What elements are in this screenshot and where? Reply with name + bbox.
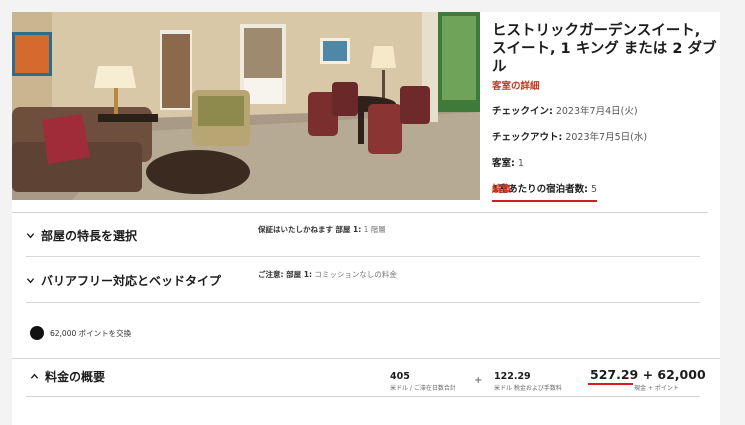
guests-row: 1室あたりの宿泊者数: 5 — [492, 184, 718, 202]
total-price: 527.29 + 62,000 — [590, 367, 706, 382]
divider-summary — [12, 358, 720, 359]
accessibility-note: ご注意: 部屋 1: コミッションなしの料金 — [258, 269, 397, 280]
room-info-panel: ヒストリックガーデンスイート, スイート, 1 キング または 2 ダブル 客室… — [492, 22, 718, 202]
guests-value: 5 — [590, 184, 597, 195]
rooms-label: 客室: — [492, 158, 515, 169]
accessibility-title: バリアフリー対応とベッドタイプ — [41, 274, 222, 288]
room-features-toggle[interactable]: 部屋の特長を選択 — [26, 227, 137, 244]
tax-amount-sub: 米ドル 税金および手数料 — [494, 385, 562, 392]
rooms-row: 客室: 1 — [492, 158, 718, 170]
price-summary-title: 料金の概要 — [45, 370, 106, 384]
room-title: ヒストリックガーデンスイート, スイート, 1 キング または 2 ダブル — [492, 23, 717, 75]
room-details-link[interactable]: 客室の詳細 — [492, 78, 718, 92]
checkin-row: チェックイン: 2023年7月4日(火) — [492, 106, 718, 118]
plus-sign: + — [474, 375, 483, 386]
room-features-note-label: 部屋 1: — [335, 225, 362, 234]
checkin-value: 2023年7月4日(火) — [555, 106, 638, 117]
points-exchange-label: 62,000 ポイントを交換 — [50, 329, 132, 338]
base-amount-sub: 米ドル / ご滞在日数合計 — [390, 385, 456, 392]
chevron-down-icon — [26, 233, 35, 239]
rooms-value: 1 — [517, 158, 524, 169]
chevron-up-icon — [30, 373, 39, 379]
guarantee-note: 保証はいたしかねます — [258, 225, 333, 234]
price-summary-toggle[interactable]: 料金の概要 — [30, 368, 105, 385]
checkout-value: 2023年7月5日(水) — [565, 132, 648, 143]
room-features-note-value: 1 階層 — [363, 225, 386, 234]
points-dot-icon[interactable] — [30, 326, 44, 340]
checkout-row: チェックアウト: 2023年7月5日(水) — [492, 132, 718, 144]
chevron-down-icon — [26, 278, 35, 284]
accessibility-toggle[interactable]: バリアフリー対応とベッドタイプ — [26, 272, 221, 289]
edit-link[interactable]: 編集 — [492, 181, 511, 195]
checkin-label: チェックイン: — [492, 106, 553, 117]
room-features-note: 保証はいたしかねます 部屋 1: 1 階層 — [258, 224, 386, 235]
tax-amount: 122.29 — [494, 371, 531, 382]
room-photo — [12, 12, 480, 200]
divider-top — [12, 212, 708, 213]
total-price-sub: 現金 + ポイント — [634, 385, 679, 392]
divider-features — [26, 256, 700, 257]
room-features-title: 部屋の特長を選択 — [41, 229, 138, 243]
base-amount: 405 — [390, 371, 410, 382]
total-underline — [588, 383, 633, 385]
reservation-card: ヒストリックガーデンスイート, スイート, 1 キング または 2 ダブル 客室… — [12, 12, 720, 425]
divider-accessibility — [26, 302, 700, 303]
accessibility-note-label: ご注意: 部屋 1: — [258, 270, 312, 279]
divider-bottom — [26, 396, 700, 397]
accessibility-note-value: コミッションなしの料金 — [314, 270, 397, 279]
checkout-label: チェックアウト: — [492, 132, 563, 143]
